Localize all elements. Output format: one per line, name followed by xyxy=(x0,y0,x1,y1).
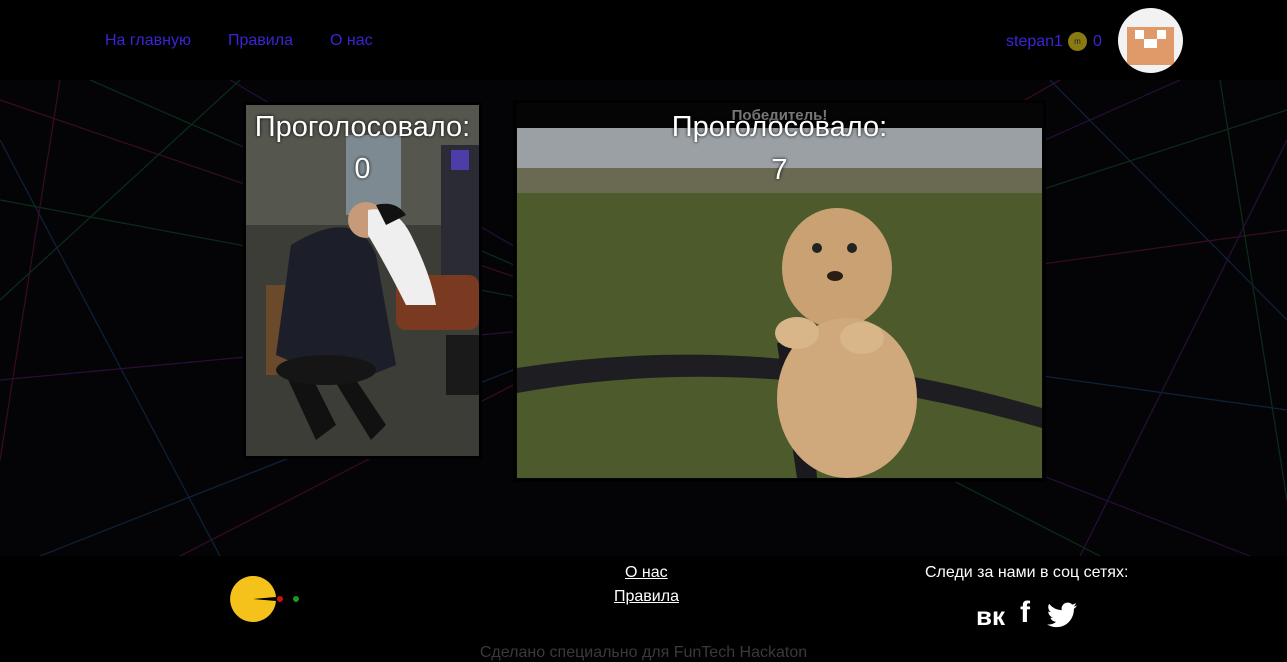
coin-icon: m xyxy=(1067,32,1087,51)
twitter-icon[interactable] xyxy=(1047,602,1077,628)
left-candidate-card[interactable]: Проголосовало: 0 xyxy=(243,102,482,459)
facebook-icon[interactable]: f xyxy=(1020,596,1030,630)
pixel-avatar-icon xyxy=(1127,21,1174,65)
battle-stage: Проголосовало: 0 Победитель! Проголосова… xyxy=(0,80,1287,556)
username[interactable]: stepan1 xyxy=(1006,33,1063,51)
left-vote-count: 0 xyxy=(354,153,371,185)
nav-about-link[interactable]: О нас xyxy=(330,32,373,50)
right-candidate-card[interactable]: Победитель! Проголосовало: 7 xyxy=(513,100,1046,482)
nav-rules-link[interactable]: Правила xyxy=(228,32,293,50)
avatar[interactable] xyxy=(1118,8,1183,73)
nav-home-link[interactable]: На главную xyxy=(105,32,191,50)
right-vote-title: Проголосовало: xyxy=(671,111,888,143)
vk-icon[interactable]: вк xyxy=(976,601,1005,632)
header: На главную Правила О нас stepan1 m 0 xyxy=(0,0,1287,80)
footer-rules-link[interactable]: Правила xyxy=(614,588,679,606)
left-vote-title: Проголосовало: xyxy=(254,111,471,143)
pacman-logo-icon xyxy=(230,576,299,622)
credit-text: Сделано специально для FunTech Hackaton xyxy=(479,644,808,661)
right-vote-count: 7 xyxy=(771,154,788,186)
coin-balance: 0 xyxy=(1092,32,1102,50)
footer-about-link[interactable]: О нас xyxy=(625,564,668,582)
coin-glyph: m xyxy=(1074,37,1081,46)
footer: О нас Правила Следи за нами в соц сетях:… xyxy=(0,556,1287,661)
user-info[interactable]: stepan1 m 0 xyxy=(1006,32,1102,51)
social-title: Следи за нами в соц сетях: xyxy=(925,564,1129,581)
